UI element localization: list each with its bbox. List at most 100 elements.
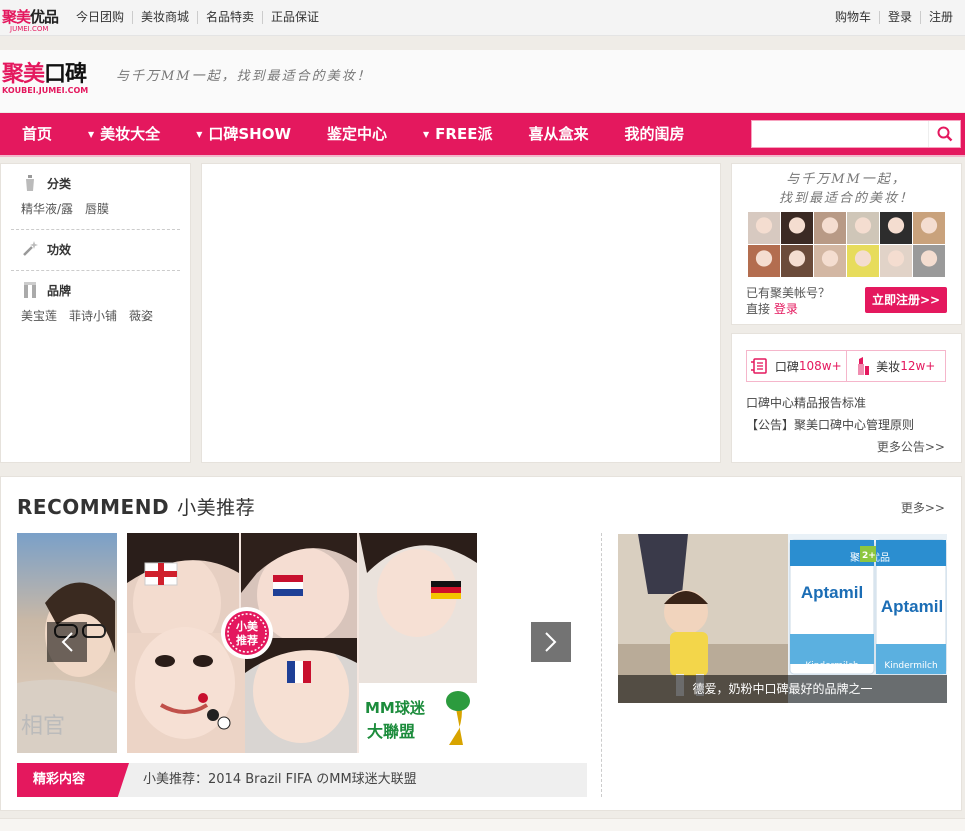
register-now-button[interactable]: 立即注册>> — [865, 287, 947, 313]
jumei-logo[interactable]: 聚美优品 JUMEI.COM — [2, 6, 59, 33]
caption-bar[interactable]: 精彩内容 小美推荐：2014 Brazil FIFA のMM球迷大联盟 — [17, 763, 587, 797]
category-items: 精华液/露 唇膜 — [21, 200, 190, 217]
divider-vertical — [601, 533, 602, 797]
nav-list: 首页 ▼ 美妆大全 ▼ 口碑SHOW 鉴定中心 ▼ FREE派 喜从盒来 我的闺房 — [4, 113, 703, 155]
brand-item[interactable]: 美宝莲 — [21, 307, 57, 324]
avatar[interactable] — [781, 245, 813, 277]
brand-section: 品牌 美宝莲 菲诗小铺 薇姿 — [1, 271, 190, 324]
nav-item[interactable]: 首页 — [4, 113, 70, 155]
search-box — [751, 120, 961, 148]
promo-text-2: 大聯盟 — [367, 722, 415, 741]
avatar[interactable] — [880, 245, 912, 277]
nav-item[interactable]: ▼ 美妆大全 — [70, 113, 178, 155]
notice-link-2[interactable]: 【公告】聚美口碑中心管理原则 — [746, 416, 914, 433]
review-icon — [750, 358, 769, 374]
link-brand-sale[interactable]: 名品特卖 — [197, 11, 262, 24]
login-hint: 已有聚美帐号？ 直接 登录 — [746, 285, 830, 317]
category-item[interactable]: 精华液/露 — [21, 200, 73, 217]
header: 聚美口碑 KOUBEI.JUMEI.COM 与千万MM一起，找到最适合的美妆！ — [0, 50, 965, 112]
member-avatars — [748, 212, 946, 278]
member-slogan: 与千万MM一起， 找到最适合的美妆！ — [732, 170, 961, 208]
bottom-strip — [0, 818, 965, 831]
top-bar: 聚美优品 JUMEI.COM 今日团购 美妆商城 名品特卖 正品保证 购物车 登… — [0, 0, 965, 36]
avatar[interactable] — [847, 212, 879, 244]
direct-text: 直接 — [746, 302, 771, 316]
brand-item[interactable]: 菲诗小铺 — [69, 307, 117, 324]
link-beauty-mall[interactable]: 美妆商城 — [132, 11, 197, 24]
recommend-more-link[interactable]: 更多>> — [901, 499, 945, 516]
register-link[interactable]: 注册 — [919, 11, 961, 24]
carousel-prev-button[interactable] — [47, 622, 87, 662]
caret-down-icon: ▼ — [196, 130, 203, 139]
category-title: 分类 — [21, 174, 190, 192]
nav-item[interactable]: ▼ FREE派 — [405, 113, 510, 155]
promo-text-1: MM球迷 — [365, 699, 426, 717]
milk-sub-1: Kindermilch — [805, 661, 858, 671]
recommend-carousel: 相官 小美 推荐 MM球迷 大聯盟 — [17, 533, 587, 753]
lipstick-icon — [856, 357, 870, 375]
brand-title: 品牌 — [21, 281, 190, 299]
nav-item-label: 首页 — [22, 125, 53, 143]
effect-section: 功效 — [1, 230, 190, 258]
carousel-photo-main[interactable]: 小美 推荐 MM球迷 大聯盟 — [127, 533, 477, 753]
search-input[interactable] — [752, 121, 928, 147]
avatar[interactable] — [748, 245, 780, 277]
carousel-next-button[interactable] — [531, 622, 571, 662]
side-feature-image[interactable]: 聚美优品 Aptamil Aptamil Kindermilch Kinderm… — [618, 534, 947, 703]
more-announcements-link[interactable]: 更多公告>> — [877, 438, 945, 455]
has-account-text: 已有聚美帐号？ — [746, 286, 831, 300]
link-genuine[interactable]: 正品保证 — [262, 11, 327, 24]
chevron-right-icon — [545, 632, 557, 652]
login-link[interactable]: 登录 — [878, 11, 920, 24]
recommend-title-cn: 小美推荐 — [177, 497, 256, 519]
nav-item[interactable]: 我的闺房 — [606, 113, 702, 155]
nav-item[interactable]: ▼ 口碑SHOW — [178, 113, 309, 155]
header-slogan: 与千万MM一起，找到最适合的美妆！ — [116, 69, 372, 84]
stats-panel: 口碑 108w+ 美妆 12w+ 口碑中心精品报告标准 【公告】聚美口碑中心管理原则… — [731, 333, 962, 463]
effect-title: 功效 — [21, 240, 190, 258]
top-links: 今日团购 美妆商城 名品特卖 正品保证 — [68, 11, 327, 24]
notice-link-1[interactable]: 口碑中心精品报告标准 — [746, 394, 866, 411]
avatar[interactable] — [748, 212, 780, 244]
avatar[interactable] — [814, 212, 846, 244]
badge-line-2: 推荐 — [236, 633, 258, 647]
slogan-line-1: 与千万MM一起， — [786, 172, 907, 187]
logo-text: 聚美 — [2, 62, 45, 87]
nav-underline — [0, 155, 965, 157]
avatar[interactable] — [781, 212, 813, 244]
cart-link[interactable]: 购物车 — [827, 11, 879, 24]
makeup-stat[interactable]: 美妆 12w+ — [845, 351, 946, 381]
top-right-links: 购物车 登录 注册 — [827, 11, 961, 24]
logo-subtext: JUMEI.COM — [10, 25, 49, 33]
caption-tag: 精彩内容 — [17, 763, 129, 797]
milk-stage-1: 2+ — [862, 551, 876, 561]
milk-sub-2: Kindermilch — [884, 661, 937, 671]
nav-item[interactable]: 喜从盒来 — [510, 113, 606, 155]
main-nav: 首页 ▼ 美妆大全 ▼ 口碑SHOW 鉴定中心 ▼ FREE派 喜从盒来 我的闺房 — [0, 113, 965, 155]
search-button[interactable] — [928, 121, 960, 147]
koubei-stat[interactable]: 口碑 108w+ — [747, 351, 846, 381]
link-today-group[interactable]: 今日团购 — [68, 11, 132, 24]
koubei-logo[interactable]: 聚美口碑 KOUBEI.JUMEI.COM — [2, 56, 88, 95]
avatar[interactable] — [913, 245, 945, 277]
collage-art: 小美 推荐 MM球迷 大聯盟 — [127, 533, 477, 753]
avatar[interactable] — [913, 212, 945, 244]
stats-box: 口碑 108w+ 美妆 12w+ — [746, 350, 946, 382]
logo-subtext: KOUBEI.JUMEI.COM — [2, 86, 89, 95]
avatar[interactable] — [847, 245, 879, 277]
milk-brand-1: Aptamil — [801, 583, 863, 602]
brand-title-label: 品牌 — [47, 283, 72, 298]
banner-area[interactable] — [201, 163, 721, 463]
logo-text: 聚美 — [2, 8, 31, 26]
recommend-section: RECOMMEND 小美推荐 更多>> 相官 小美 推荐 MM球迷 大聯盟 精彩… — [0, 476, 962, 811]
category-panel: 分类 精华液/露 唇膜 功效 品牌 美宝莲 菲诗小铺 薇姿 — [0, 163, 191, 463]
category-item[interactable]: 唇膜 — [85, 200, 109, 217]
login-link-inline[interactable]: 登录 — [774, 302, 798, 316]
nav-item[interactable]: 鉴定中心 — [309, 113, 405, 155]
brand-item[interactable]: 薇姿 — [129, 307, 153, 324]
avatar[interactable] — [880, 212, 912, 244]
avatar[interactable] — [814, 245, 846, 277]
caret-down-icon: ▼ — [423, 130, 430, 139]
brand-icon — [21, 281, 39, 299]
logo-text-suffix: 优品 — [30, 8, 59, 26]
